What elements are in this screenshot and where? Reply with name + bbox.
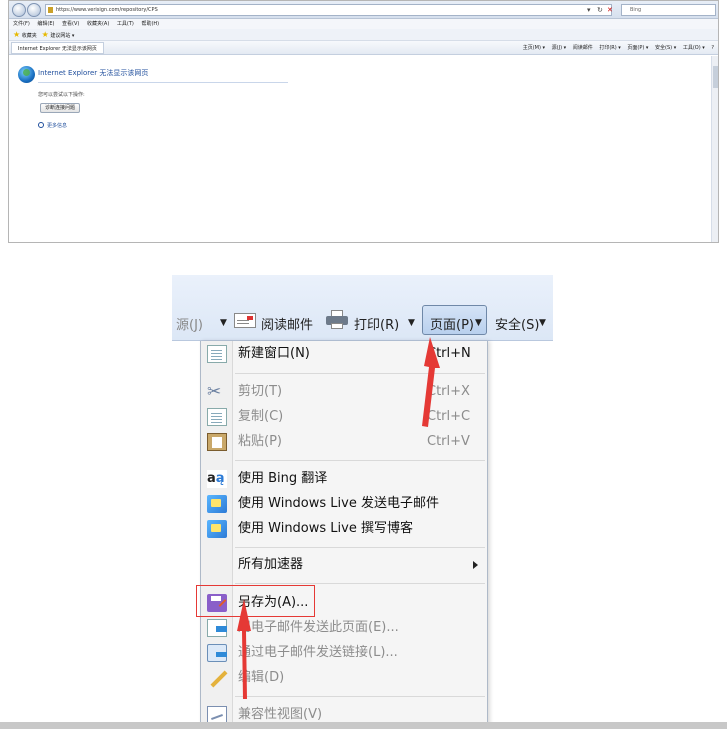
url-text: https://www.verisign.com/repository/CPS bbox=[56, 7, 158, 13]
scroll-thumb[interactable] bbox=[713, 66, 718, 88]
suggested-sites[interactable]: 建议网站 ▾ bbox=[50, 33, 74, 39]
cmd-tools[interactable]: 工具(O) ▾ bbox=[683, 45, 705, 51]
add-favorite-icon[interactable]: ★ bbox=[42, 30, 49, 39]
arrow-to-save-as bbox=[237, 599, 251, 699]
tab-current[interactable]: Internet Explorer 无法显示该网页 bbox=[11, 42, 104, 54]
cmd-feeds[interactable]: 源(J) ▾ bbox=[552, 45, 566, 51]
back-button[interactable] bbox=[12, 3, 26, 17]
star-icon: ★ bbox=[13, 30, 21, 39]
divider bbox=[38, 82, 288, 83]
menu-bar: 文件(F) 编辑(E) 查看(V) 收藏夹(A) 工具(T) 帮助(H) bbox=[9, 19, 718, 29]
cmd-read-mail[interactable]: 阅读邮件 bbox=[573, 45, 593, 51]
menu-help[interactable]: 帮助(H) bbox=[141, 21, 159, 27]
menu-file[interactable]: 文件(F) bbox=[13, 21, 30, 27]
vertical-scrollbar[interactable] bbox=[711, 56, 718, 242]
page-content: Internet Explorer 无法显示该网页 您可以尝试以下操作: 诊断连… bbox=[9, 56, 713, 242]
search-placeholder: Bing bbox=[630, 7, 642, 13]
arrow-to-page-menu bbox=[422, 337, 440, 427]
menu-tools[interactable]: 工具(T) bbox=[117, 21, 134, 27]
cmd-home[interactable]: 主页(M) ▾ bbox=[523, 45, 545, 51]
annotation-arrows bbox=[237, 337, 440, 699]
more-info-label: 更多信息 bbox=[47, 123, 68, 129]
tab-bar: Internet Explorer 无法显示该网页 主页(M) ▾ 源(J) ▾… bbox=[9, 41, 718, 55]
command-bar-small: 主页(M) ▾ 源(J) ▾ 阅读邮件 打印(R) ▾ 页面(P) ▾ 安全(S… bbox=[518, 41, 714, 55]
browser-window: https://www.verisign.com/repository/CPS … bbox=[8, 0, 719, 243]
menu-view[interactable]: 查看(V) bbox=[62, 21, 79, 27]
cmd-page[interactable]: 页面(P) ▾ bbox=[627, 45, 648, 51]
cmd-print[interactable]: 打印(R) ▾ bbox=[599, 45, 620, 51]
favorites-button[interactable]: 收藏夹 bbox=[22, 33, 37, 39]
help-icon[interactable]: ? bbox=[711, 45, 714, 51]
ie-logo-icon bbox=[18, 66, 35, 83]
stop-icon[interactable]: ✕ bbox=[607, 4, 613, 16]
tab-title: Internet Explorer 无法显示该网页 bbox=[18, 46, 97, 52]
more-info-link[interactable]: 更多信息 bbox=[38, 122, 67, 129]
expand-icon bbox=[38, 122, 44, 128]
menu-edit[interactable]: 编辑(E) bbox=[37, 21, 54, 27]
diagnose-button[interactable]: 诊断连接问题 bbox=[40, 103, 81, 113]
dropdown-icon[interactable]: ▾ bbox=[587, 4, 591, 16]
error-title: Internet Explorer 无法显示该网页 bbox=[38, 69, 149, 77]
error-subtitle: 您可以尝试以下操作: bbox=[38, 92, 85, 98]
lock-icon bbox=[48, 7, 53, 13]
address-bar: https://www.verisign.com/repository/CPS … bbox=[9, 1, 718, 19]
zoomed-view: 源(J) ▼ 阅读邮件 打印(R) ▼ 页面(P) ▼ 安全(S) ▼ 新建窗口… bbox=[172, 275, 553, 729]
cmd-safety[interactable]: 安全(S) ▾ bbox=[655, 45, 676, 51]
url-input[interactable]: https://www.verisign.com/repository/CPS bbox=[45, 4, 612, 16]
favorites-bar: ★ 收藏夹 ★ 建议网站 ▾ bbox=[9, 29, 718, 41]
menu-favorites[interactable]: 收藏夹(A) bbox=[87, 21, 109, 27]
search-input[interactable]: Bing bbox=[621, 4, 716, 16]
bottom-strip bbox=[0, 722, 727, 729]
forward-button[interactable] bbox=[27, 3, 41, 17]
refresh-icon[interactable]: ↻ bbox=[597, 4, 603, 16]
